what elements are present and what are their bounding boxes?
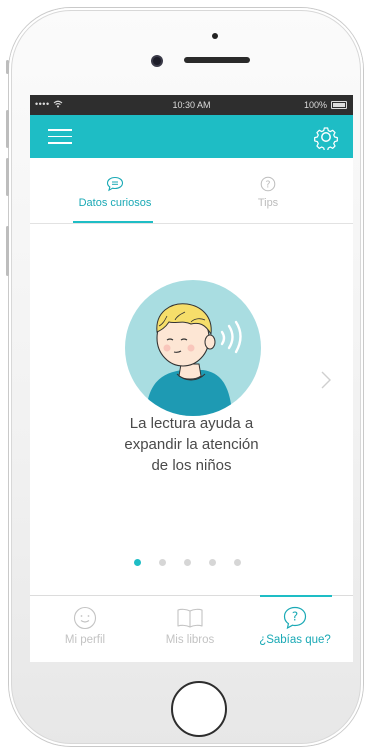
bottom-navigation: Mi perfil Mis libros ? ¿Sabías que? [30,595,353,662]
nav-sabias-que[interactable]: ? ¿Sabías que? [245,596,345,662]
question-bubble-icon: ? [283,606,307,630]
svg-text:?: ? [292,610,298,624]
mute-switch[interactable] [6,60,9,74]
nav-mis-libros[interactable]: Mis libros [140,596,240,662]
earpiece-speaker [184,57,250,63]
page-dot-2[interactable] [159,559,166,566]
tab-tips-label: Tips [257,197,279,209]
battery-icon [331,101,347,109]
nav-mi-perfil-label: Mi perfil [64,634,106,646]
fact-line-2: expandir la atención [124,436,259,453]
side-button[interactable] [6,226,9,276]
proximity-sensor [212,33,218,39]
fact-text: La lectura ayuda a expandir la atención … [70,413,313,476]
home-button[interactable] [171,681,227,737]
tab-bar: Datos curiosos ? Tips [30,158,353,224]
fact-line-1: La lectura ayuda a [129,415,254,432]
nav-sabias-que-label: ¿Sabías que? [259,634,331,646]
page-indicator [134,559,241,566]
volume-up-button[interactable] [6,110,9,148]
question-circle-icon: ? [260,176,276,192]
tab-datos-curiosos[interactable]: Datos curiosos [60,158,170,224]
menu-icon[interactable] [48,129,72,145]
chevron-right-icon[interactable] [319,369,333,391]
app-screen: •••• 10:30 AM 100% Datos curiosos ? Tips… [30,95,353,662]
svg-text:?: ? [265,179,270,190]
active-tab-indicator [73,221,153,223]
battery-indicator: 100% [304,100,347,110]
nav-mi-perfil[interactable]: Mi perfil [35,596,135,662]
nav-mis-libros-label: Mis libros [165,634,215,646]
boy-listening-illustration [125,280,261,416]
volume-down-button[interactable] [6,158,9,196]
page-dot-3[interactable] [184,559,191,566]
status-bar: •••• 10:30 AM 100% [30,95,353,115]
page-dot-4[interactable] [209,559,216,566]
fact-line-3: de los niños [151,457,232,474]
tab-datos-curiosos-label: Datos curiosos [78,197,152,209]
book-icon [177,608,203,628]
page-dot-5[interactable] [234,559,241,566]
smiley-icon [73,606,97,630]
front-camera [153,57,161,65]
chat-bubble-icon [106,176,124,192]
app-bar [30,115,353,158]
battery-percent: 100% [303,100,327,110]
tab-tips[interactable]: ? Tips [208,158,328,224]
gear-icon[interactable] [313,124,339,152]
page-dot-1[interactable] [134,559,141,566]
